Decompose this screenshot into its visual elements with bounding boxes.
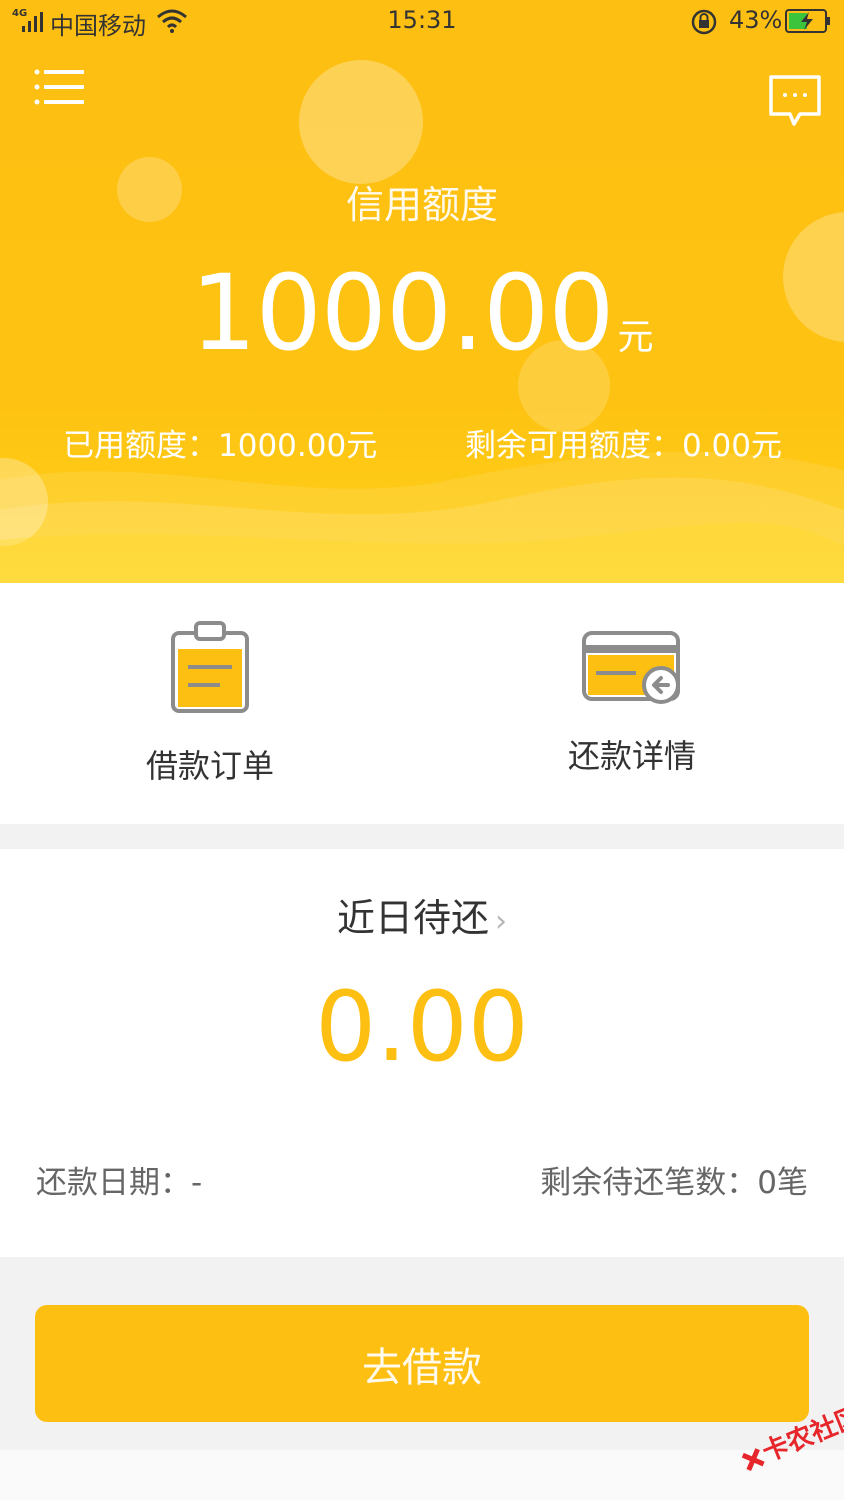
rotation-lock-icon bbox=[691, 9, 717, 35]
credit-label: 信用额度 bbox=[345, 183, 498, 227]
battery-percent: 43% bbox=[729, 6, 783, 34]
loan-orders-label: 借款订单 bbox=[145, 747, 274, 785]
decor-bubble bbox=[299, 60, 423, 184]
shortcuts-panel: 借款订单 还款详情 bbox=[0, 583, 844, 824]
menu-icon[interactable] bbox=[34, 68, 86, 106]
credit-amount: 1000.00 元 bbox=[0, 252, 844, 374]
clipboard-icon bbox=[171, 621, 249, 713]
loan-orders-shortcut[interactable]: 借款订单 bbox=[110, 621, 310, 787]
card-repay-icon bbox=[582, 631, 680, 704]
recent-due-panel: 近日待还 › 0.00 还款日期：- 剩余待还笔数：0笔 bbox=[0, 849, 844, 1257]
borrow-button[interactable]: 去借款 bbox=[35, 1305, 809, 1422]
remaining-count: 剩余待还笔数：0笔 bbox=[540, 1165, 808, 1201]
repayment-details-label: 还款详情 bbox=[567, 737, 696, 775]
repayment-details-shortcut[interactable]: 还款详情 bbox=[532, 631, 732, 777]
header-banner: 4G 中国移动 15:31 43% 信用额度 1000.00 元 已用额度：10… bbox=[0, 0, 844, 583]
used-credit: 已用额度：1000.00元 bbox=[63, 428, 378, 464]
battery-charging-icon bbox=[785, 9, 830, 33]
recent-due-title: 近日待还 bbox=[336, 896, 489, 940]
credit-unit: 元 bbox=[617, 317, 654, 358]
remaining-credit: 剩余可用额度：0.00元 bbox=[464, 428, 782, 464]
repay-date: 还款日期：- bbox=[36, 1165, 203, 1201]
recent-due-link[interactable]: 近日待还 › bbox=[0, 887, 844, 942]
message-icon[interactable] bbox=[768, 74, 822, 128]
chevron-right-icon: › bbox=[495, 904, 507, 939]
credit-value: 1000.00 bbox=[190, 252, 614, 374]
bottom-strip bbox=[0, 1450, 844, 1500]
status-bar: 4G 中国移动 15:31 43% bbox=[0, 0, 844, 44]
recent-due-amount: 0.00 bbox=[315, 971, 529, 1083]
